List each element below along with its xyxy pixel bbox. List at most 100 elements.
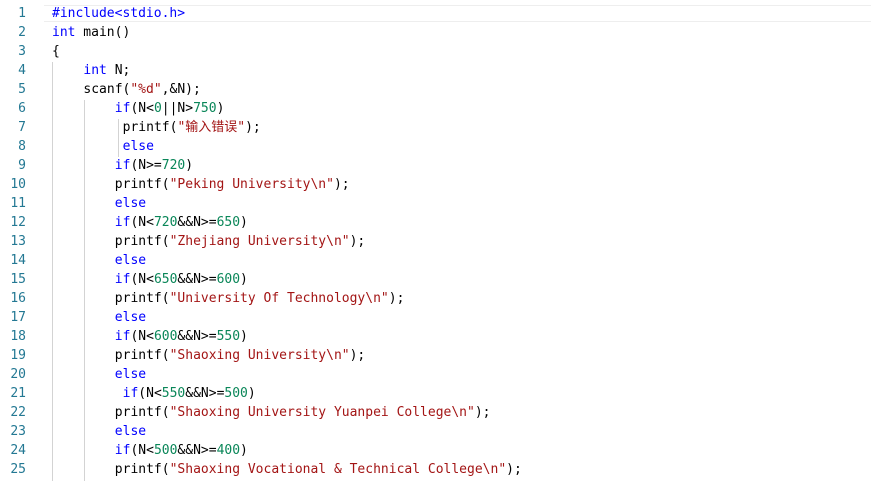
code-line[interactable]: if(N<550&&N>=500) [123,384,256,403]
code-token: ) [185,158,194,173]
line-number: 16 [10,291,26,306]
number-token: 400 [216,443,241,458]
code-token: ) [216,101,225,116]
indent-guide [118,119,119,157]
indent-guide [52,62,53,481]
code-line[interactable]: printf("Shaoxing University Yuanpei Coll… [115,403,491,422]
code-token: ,&N); [161,82,201,97]
number-token: 750 [193,101,217,116]
string-token: "Shaoxing Vocational & Technical College… [169,462,507,477]
code-token: &&N>= [185,386,225,401]
line-number: 25 [10,462,26,477]
line-number: 23 [10,424,26,439]
number-token: 600 [153,329,178,344]
line-number: 18 [10,329,26,344]
number-token: 500 [224,386,248,401]
line-number: 4 [18,63,26,78]
code-line[interactable]: scanf("%d",&N); [83,80,200,99]
code-token: ); [349,348,366,363]
code-token: printf( [114,462,170,477]
code-token: (N< [130,329,154,344]
line-number: 20 [10,367,26,382]
code-token: printf( [114,291,170,306]
keyword-token: else [114,424,147,439]
code-line[interactable]: else [115,194,146,213]
code-token: ); [245,120,261,135]
keyword-token: else [114,310,147,325]
number-token: 600 [216,272,241,287]
keyword-token: else [114,367,147,382]
keyword-token: if [114,215,131,230]
keyword-token: if [114,329,131,344]
code-line[interactable]: printf("Zhejiang University\n"); [115,232,365,251]
code-line[interactable]: int N; [83,61,130,80]
line-number: 5 [18,82,26,97]
code-line[interactable]: if(N<720&&N>=650) [115,213,248,232]
code-line[interactable]: else [115,365,146,384]
line-number: 13 [10,234,26,249]
code-token: printf( [114,234,170,249]
code-token: (N< [130,215,154,230]
code-token: ); [333,177,350,192]
code-line[interactable]: else [115,251,146,270]
line-number: 17 [10,310,26,325]
code-token: &&N>= [177,443,217,458]
line-number: 22 [10,405,26,420]
string-token: "Zhejiang University\n" [169,234,350,249]
keyword-token: if [122,386,139,401]
line-number: 12 [10,215,26,230]
code-token: ) [240,443,248,458]
code-token: (N< [130,443,154,458]
string-token: "Shaoxing University\n" [169,348,350,363]
line-number: 14 [10,253,26,268]
code-editor[interactable]: 1 2 3 4 5 6 7 8 9 10 11 12 13 14 15 16 17 18 19 20 21 22 23 24 2… [0,0,871,481]
code-token: main() [75,25,131,40]
code-line[interactable]: if(N<650&&N>=600) [115,270,248,289]
line-number: 1 [18,6,26,21]
code-token: ) [240,215,248,230]
code-line[interactable]: int main() [52,23,130,42]
keyword-token: if [114,443,131,458]
code-line[interactable]: printf("输入错误"); [123,118,261,137]
code-token: (N< [138,386,162,401]
keyword-token: else [114,196,147,211]
code-line[interactable]: printf("Peking University\n"); [115,175,350,194]
line-number: 15 [10,272,26,287]
string-token: "University Of Technology\n" [169,291,389,306]
code-line[interactable]: else [115,308,146,327]
keyword-token: if [114,101,131,116]
code-line[interactable]: printf("Shaoxing University\n"); [115,346,365,365]
code-line[interactable]: if(N<0||N>750) [115,99,225,118]
code-token: ) [240,272,248,287]
line-number: 24 [10,443,26,458]
code-token: (N< [130,101,154,116]
code-line[interactable]: printf("University Of Technology\n"); [115,289,405,308]
code-line[interactable]: if(N>=720) [115,156,193,175]
code-line[interactable]: else [115,422,146,441]
code-token: (N>= [130,158,162,173]
code-token: &&N>= [177,215,217,230]
keyword-token: int [83,63,107,78]
number-token: 0 [153,101,162,116]
number-token: 550 [161,386,186,401]
code-line[interactable]: else [123,137,154,156]
code-token: printf( [122,120,178,135]
code-token: N; [106,63,131,78]
number-token: 650 [216,215,241,230]
line-number: 7 [18,120,26,135]
code-line[interactable]: { [52,42,60,61]
number-token: 720 [153,215,178,230]
line-number: 9 [18,158,26,173]
code-token: (N< [130,272,154,287]
code-line[interactable]: #include<stdio.h> [52,4,185,23]
code-line[interactable]: if(N<600&&N>=550) [115,327,248,346]
number-token: 720 [161,158,186,173]
code-line[interactable]: if(N<500&&N>=400) [115,441,248,460]
code-token: &&N>= [177,329,217,344]
keyword-token: else [122,139,154,154]
code-token: ||N> [161,101,194,116]
code-token: ); [506,462,522,477]
line-number: 6 [18,101,26,116]
code-line[interactable]: printf("Shaoxing Vocational & Technical … [115,460,522,479]
line-number: 10 [10,177,26,192]
